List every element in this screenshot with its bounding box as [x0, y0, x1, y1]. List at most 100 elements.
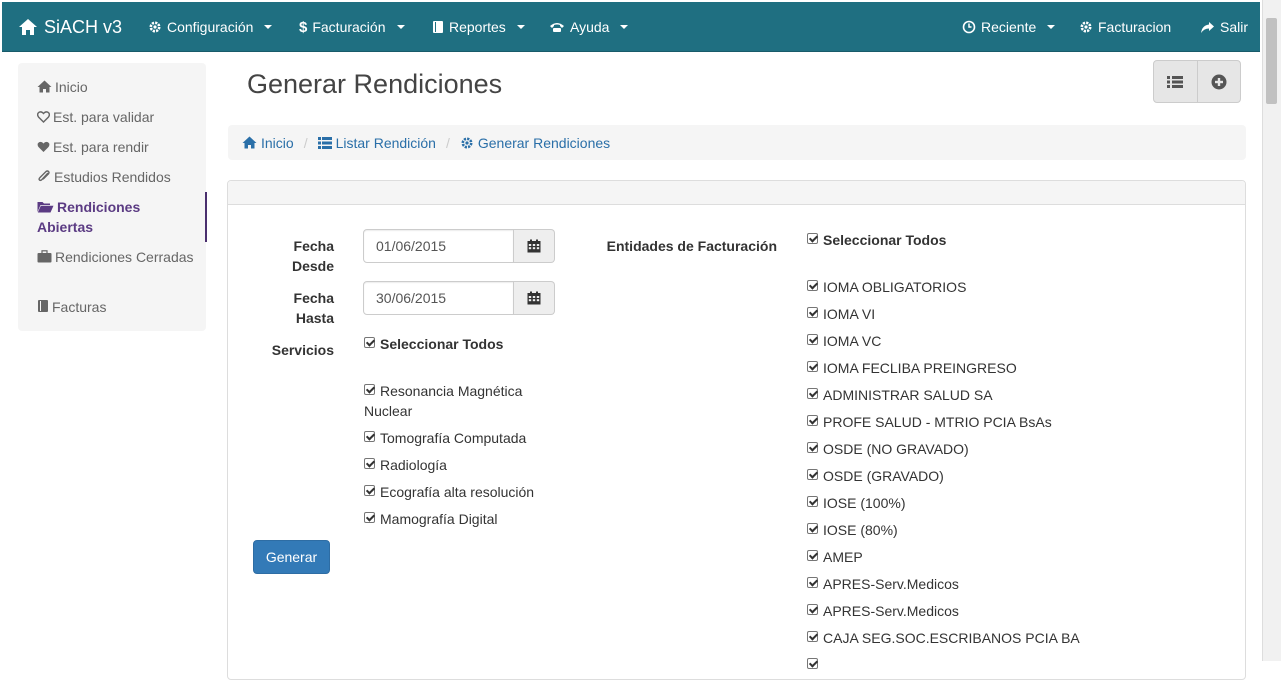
dollar-icon: $	[299, 18, 308, 36]
heart-outline-icon	[37, 111, 50, 123]
entidad-item[interactable]: ADMINISTRAR SALUD SA	[807, 385, 993, 405]
sidebar-item-inicio[interactable]: Inicio	[37, 77, 197, 97]
checkbox[interactable]	[807, 604, 818, 615]
fecha-desde-input[interactable]	[363, 229, 514, 263]
entidad-item[interactable]: CAJA SEG.SOC.ESCRIBANOS PCIA BA	[807, 628, 1080, 648]
breadcrumb-generar-label: Generar Rendiciones	[477, 134, 611, 151]
entidad-label: PROFE SALUD - MTRIO PCIA BsAs	[823, 414, 1052, 430]
breadcrumb-inicio[interactable]: Inicio	[242, 135, 294, 151]
breadcrumb-listar-rendicion[interactable]: Listar Rendición	[317, 135, 436, 151]
entidad-item[interactable]: IOMA FECLIBA PREINGRESO	[807, 358, 1017, 378]
share-icon	[1200, 21, 1215, 34]
checkbox[interactable]	[807, 442, 818, 453]
breadcrumb-inicio-label: Inicio	[261, 134, 294, 151]
list-view-button[interactable]	[1154, 61, 1197, 102]
checkbox[interactable]	[807, 388, 818, 399]
checkbox[interactable]	[807, 496, 818, 507]
checkbox[interactable]	[807, 631, 818, 642]
scrollbar-thumb[interactable]	[1266, 18, 1277, 104]
checkbox[interactable]	[807, 307, 818, 318]
entidad-item[interactable]: AMEP	[807, 547, 863, 567]
fecha-desde-label: Fecha Desde	[262, 236, 334, 276]
servicio-item-ecografia[interactable]: Ecografía alta resolución	[364, 482, 534, 502]
breadcrumb-generar-rendiciones[interactable]: Generar Rendiciones	[460, 135, 610, 151]
checkbox[interactable]	[364, 384, 375, 395]
checkbox[interactable]	[807, 550, 818, 561]
fecha-desde-calendar-button[interactable]	[514, 229, 555, 263]
logout-link[interactable]: Salir	[1200, 2, 1248, 52]
sidebar-item-facturas[interactable]: Facturas	[37, 297, 197, 317]
header-button-group	[1153, 60, 1241, 103]
checkbox[interactable]	[807, 523, 818, 534]
checkbox[interactable]	[364, 512, 375, 523]
sidebar-item-estudios-rendidos[interactable]: Estudios Rendidos	[37, 167, 197, 187]
sidebar-item-label: Facturas	[52, 299, 107, 315]
checkbox[interactable]	[807, 415, 818, 426]
checkbox[interactable]	[807, 469, 818, 480]
phone-icon	[549, 21, 565, 33]
panel-heading	[228, 181, 1245, 205]
entidades-select-all[interactable]: Seleccionar Todos	[807, 230, 946, 250]
entidad-item[interactable]: APRES-Serv.Medicos	[807, 601, 959, 621]
sidebar-item-rendiciones-abiertas[interactable]: Rendiciones Abiertas	[37, 197, 197, 237]
menu-reciente[interactable]: Reciente	[962, 2, 1056, 52]
checkbox[interactable]	[364, 431, 375, 442]
generar-button[interactable]: Generar	[253, 540, 330, 574]
checkbox[interactable]	[807, 361, 818, 372]
entidad-item-partial[interactable]	[807, 655, 823, 675]
menu-reportes[interactable]: Reportes	[432, 2, 525, 52]
brand-link[interactable]: SiACH v3	[18, 2, 122, 52]
servicios-select-all-label: Seleccionar Todos	[380, 336, 504, 352]
checkbox[interactable]	[807, 334, 818, 345]
entidad-item[interactable]: IOSE (80%)	[807, 520, 898, 540]
sidebar-item-est-validar[interactable]: Est. para validar	[37, 107, 197, 127]
entidad-item[interactable]: IOMA OBLIGATORIOS	[807, 277, 966, 297]
checkbox[interactable]	[807, 233, 818, 244]
checkbox[interactable]	[364, 458, 375, 469]
entidad-item[interactable]: OSDE (NO GRAVADO)	[807, 439, 969, 459]
home-icon	[18, 18, 38, 36]
servicios-select-all[interactable]: Seleccionar Todos	[364, 334, 503, 354]
book-icon	[432, 20, 444, 34]
page-scrollbar[interactable]	[1262, 0, 1281, 661]
chevron-down-icon	[516, 25, 525, 29]
fecha-hasta-label: Fecha Hasta	[262, 288, 334, 328]
checkbox[interactable]	[364, 337, 375, 348]
sidebar-item-label: Rendiciones Cerradas	[55, 249, 194, 265]
sidebar-item-est-rendir[interactable]: Est. para rendir	[37, 137, 197, 157]
fecha-hasta-calendar-button[interactable]	[514, 281, 555, 315]
checkbox[interactable]	[807, 658, 818, 669]
entidad-label: IOMA VC	[823, 333, 882, 349]
sidebar-active-indicator	[205, 192, 207, 242]
entidad-item[interactable]: OSDE (GRAVADO)	[807, 466, 944, 486]
fecha-hasta-group	[363, 281, 555, 315]
sidebar-item-rendiciones-cerradas[interactable]: Rendiciones Cerradas	[37, 247, 197, 267]
checkbox[interactable]	[807, 577, 818, 588]
entidad-label: IOSE (100%)	[823, 495, 906, 511]
entidad-item[interactable]: APRES-Serv.Medicos	[807, 574, 959, 594]
checkbox[interactable]	[364, 485, 375, 496]
entidad-item[interactable]: IOMA VI	[807, 304, 875, 324]
menu-configuracion[interactable]: Configuración	[148, 2, 273, 52]
entidad-label: APRES-Serv.Medicos	[823, 576, 959, 592]
checkbox[interactable]	[807, 280, 818, 291]
fecha-desde-label-line2: Desde	[291, 258, 334, 274]
servicio-item-tomografia[interactable]: Tomografía Computada	[364, 428, 526, 448]
servicio-item-radiologia[interactable]: Radiología	[364, 455, 447, 475]
sidebar: Inicio Est. para validar Est. para rendi…	[18, 63, 207, 331]
entidad-item[interactable]: IOMA VC	[807, 331, 881, 351]
fecha-hasta-input[interactable]	[363, 281, 514, 315]
menu-facturacion[interactable]: $ Facturación	[299, 2, 405, 52]
menu-ayuda[interactable]: Ayuda	[549, 2, 629, 52]
entidad-item[interactable]: PROFE SALUD - MTRIO PCIA BsAs	[807, 412, 1052, 432]
chevron-down-icon	[1047, 25, 1056, 29]
entidad-label: IOMA OBLIGATORIOS	[823, 279, 967, 295]
entidad-item[interactable]: IOSE (100%)	[807, 493, 905, 513]
servicio-item-mamografia[interactable]: Mamografía Digital	[364, 509, 498, 529]
sidebar-item-label: Est. para rendir	[53, 139, 149, 155]
gear-icon	[148, 20, 162, 34]
servicio-item-resonancia[interactable]: Resonancia Magnética	[364, 381, 522, 401]
nav-facturacion-link[interactable]: Facturacion	[1079, 2, 1171, 52]
add-button[interactable]	[1196, 61, 1241, 102]
entidad-label: IOMA VI	[823, 306, 876, 322]
